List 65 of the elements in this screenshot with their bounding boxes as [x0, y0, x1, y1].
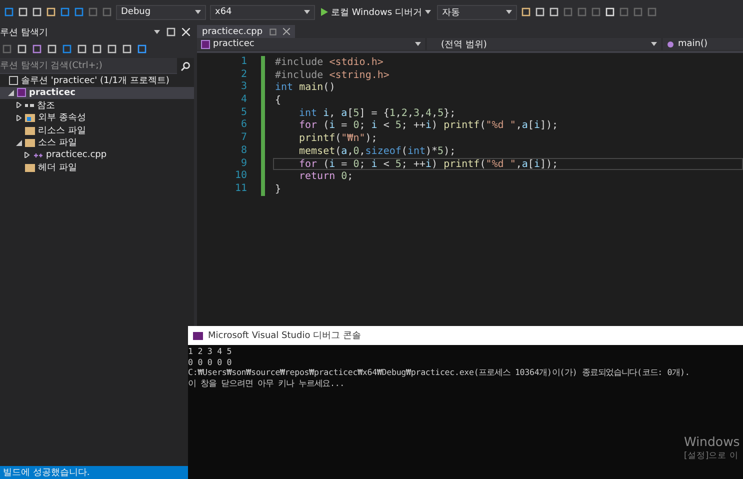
line-number: 9: [240, 158, 247, 170]
line-number: 8: [240, 144, 247, 158]
caret-icon: [424, 10, 431, 14]
tree-item[interactable]: practicec.cpp: [0, 149, 194, 162]
tree-item[interactable]: 솔루션 'practicec' (1/1개 프로젝트): [0, 74, 194, 86]
line-number: 2: [240, 68, 247, 82]
console-output-line: 1 2 3 4 5: [188, 346, 233, 356]
editor-tab[interactable]: practicec.cpp: [197, 25, 295, 38]
line-number: 7: [240, 132, 247, 145]
tree-item[interactable]: 헤더 파일: [0, 162, 194, 174]
console-output-line: C:₩Users₩son₩source₩repos₩practicec₩x64₩Debug₩practicec.exe(프로세스 10364개)이(가) 종료되었습니다(코드: 0개).: [188, 367, 691, 378]
console-output-line: 이 창을 닫으려면 아무 키나 누르세요...: [188, 378, 346, 388]
function-icon: [667, 40, 674, 48]
start-debugger-button[interactable]: 로컬 Windows 디버거: [319, 4, 433, 20]
configuration-dropdown[interactable]: Debug: [116, 4, 206, 20]
line-number: 3: [240, 81, 247, 94]
code-line: int i, a[5] = {1,2,3,4,5};: [298, 106, 457, 120]
caret-icon: [415, 42, 421, 46]
line-number: 11: [234, 182, 247, 196]
play-icon: [321, 8, 328, 16]
project-dropdown[interactable]: practicec: [197, 38, 425, 50]
code-line: int main(): [274, 81, 336, 94]
code-line: printf("₩n");: [298, 132, 378, 145]
search-field[interactable]: 루션 탐색기 검색(Ctrl+;): [0, 58, 177, 74]
tree-item[interactable]: 참조: [0, 99, 194, 112]
pane-title: 루션 탐색기: [0, 26, 48, 38]
platform-dropdown[interactable]: x64: [210, 4, 315, 20]
project-icon: [201, 40, 210, 48]
console-output-line: 0 0 0 0 0: [188, 356, 233, 367]
expanded-arrow-icon[interactable]: [8, 90, 14, 96]
activation-title: Windows: [684, 434, 740, 449]
close-icon[interactable]: [282, 28, 290, 35]
search-icon[interactable]: [181, 62, 190, 70]
console-title: Microsoft Visual Studio 디버그 콘솔: [208, 330, 361, 342]
tree-item[interactable]: 외부 종속성: [0, 112, 194, 124]
caret-icon: [651, 42, 657, 46]
code-line: #include <string.h>: [274, 68, 390, 82]
scope-dropdown[interactable]: (전역 범위): [427, 38, 661, 50]
line-number: 4: [240, 94, 247, 107]
cpp-file-icon: [33, 150, 43, 160]
activation-hint: [설정]으로 이: [684, 450, 740, 462]
tree-item[interactable]: 리소스 파일: [0, 124, 194, 136]
caret-icon: [506, 10, 512, 14]
line-number: 5: [240, 106, 247, 120]
caret-icon[interactable]: [154, 30, 160, 34]
caret-icon: [195, 10, 201, 14]
code-line: #include <stdio.h>: [274, 56, 384, 69]
code-line: for (i = 0; i < 5; ++i) printf("%d ",a[i]);: [298, 119, 560, 132]
collapsed-arrow-icon[interactable]: [24, 152, 30, 158]
console-icon: [193, 332, 203, 340]
caret-icon: [304, 10, 310, 14]
code-line: {: [274, 94, 282, 107]
code-line: return 0;: [298, 170, 354, 183]
debug-mode-dropdown[interactable]: 자동: [436, 4, 517, 20]
expanded-arrow-icon[interactable]: [16, 140, 22, 146]
tree-item[interactable]: 소스 파일: [0, 136, 194, 149]
code-line: }: [274, 182, 282, 196]
project-icon: [17, 88, 26, 98]
code-line: memset(a,0,sizeof(int)*5);: [298, 144, 457, 158]
member-dropdown[interactable]: main(): [663, 38, 743, 50]
status-bar: 빌드에 성공했습니다.: [0, 466, 188, 479]
line-number: 10: [234, 170, 247, 183]
line-number: 1: [240, 56, 247, 69]
tree-item[interactable]: practicec: [0, 86, 194, 99]
line-number: 6: [240, 119, 247, 132]
